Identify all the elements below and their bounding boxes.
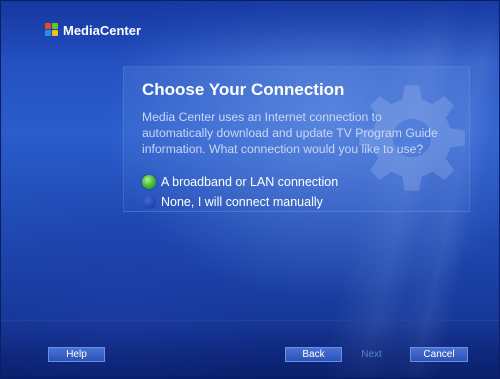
window-frame (0, 0, 500, 378)
